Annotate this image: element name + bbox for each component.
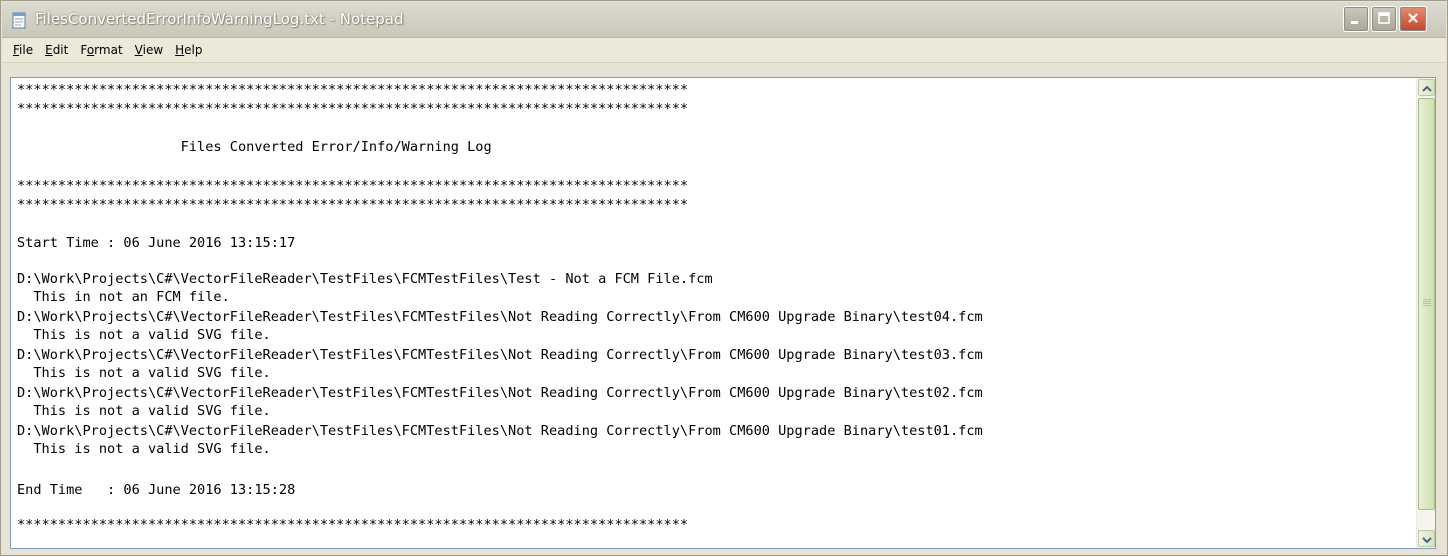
log-file-path: D:\Work\Projects\C#\VectorFileReader\Tes… [17, 271, 713, 287]
log-message: This is not a valid SVG file. [17, 403, 271, 419]
vertical-scrollbar[interactable] [1416, 78, 1435, 548]
log-file-path: D:\Work\Projects\C#\VectorFileReader\Tes… [17, 309, 983, 325]
log-line: ****************************************… [17, 101, 689, 117]
log-message: This is not a valid SVG file. [17, 365, 271, 381]
log-message: This is not a valid SVG file. [17, 327, 271, 343]
menu-format[interactable]: Format [74, 38, 128, 63]
maximize-icon [1377, 10, 1391, 29]
log-file-path: D:\Work\Projects\C#\VectorFileReader\Tes… [17, 347, 983, 363]
menu-edit-accel: E [45, 42, 53, 57]
menu-file[interactable]: File [7, 38, 39, 63]
scrollbar-grip-icon [1423, 299, 1431, 307]
menu-file-rest: ile [19, 42, 34, 57]
menu-edit-rest: dit [52, 42, 69, 57]
menu-bar: File Edit Format View Help [2, 38, 1446, 63]
scrollbar-thumb[interactable] [1418, 98, 1435, 510]
maximize-button[interactable] [1371, 6, 1397, 32]
menu-view-accel: V [134, 42, 143, 57]
log-line: ****************************************… [17, 517, 689, 533]
log-message: This in not an FCM file. [17, 289, 230, 305]
window-title: FilesConvertedErrorInfoWarningLog.txt - … [35, 10, 404, 28]
log-line: ****************************************… [17, 82, 689, 98]
minimize-icon [1349, 10, 1363, 29]
notepad-window: FilesConvertedErrorInfoWarningLog.txt - … [0, 0, 1448, 556]
minimize-button[interactable] [1343, 6, 1369, 32]
notepad-icon [11, 12, 28, 29]
log-line: ****************************************… [17, 197, 689, 213]
scroll-up-arrow-icon [1421, 78, 1432, 97]
text-editor-frame: ****************************************… [10, 77, 1436, 549]
close-icon [1406, 10, 1420, 29]
menu-edit[interactable]: Edit [39, 38, 74, 63]
text-editor[interactable]: ****************************************… [11, 78, 1417, 548]
scroll-up-button[interactable] [1418, 79, 1435, 96]
menu-view[interactable]: View [129, 38, 169, 63]
menu-help-accel: H [175, 42, 185, 57]
log-line: ****************************************… [17, 178, 689, 194]
scroll-down-button[interactable] [1418, 530, 1435, 547]
log-end-time: End Time : 06 June 2016 13:15:28 [17, 482, 296, 498]
close-button[interactable] [1399, 6, 1427, 32]
log-file-path: D:\Work\Projects\C#\VectorFileReader\Tes… [17, 423, 983, 439]
title-bar[interactable]: FilesConvertedErrorInfoWarningLog.txt - … [2, 2, 1446, 38]
log-title-line: Files Converted Error/Info/Warning Log [17, 139, 492, 155]
scroll-down-arrow-icon [1421, 529, 1432, 548]
log-message: This is not a valid SVG file. [17, 441, 271, 457]
menu-help[interactable]: Help [169, 38, 208, 63]
menu-help-rest: elp [184, 42, 203, 57]
log-start-time: Start Time : 06 June 2016 13:15:17 [17, 235, 296, 251]
menu-view-rest: iew [142, 42, 164, 57]
menu-format-rest: rmat [94, 42, 123, 57]
log-file-path: D:\Work\Projects\C#\VectorFileReader\Tes… [17, 385, 983, 401]
